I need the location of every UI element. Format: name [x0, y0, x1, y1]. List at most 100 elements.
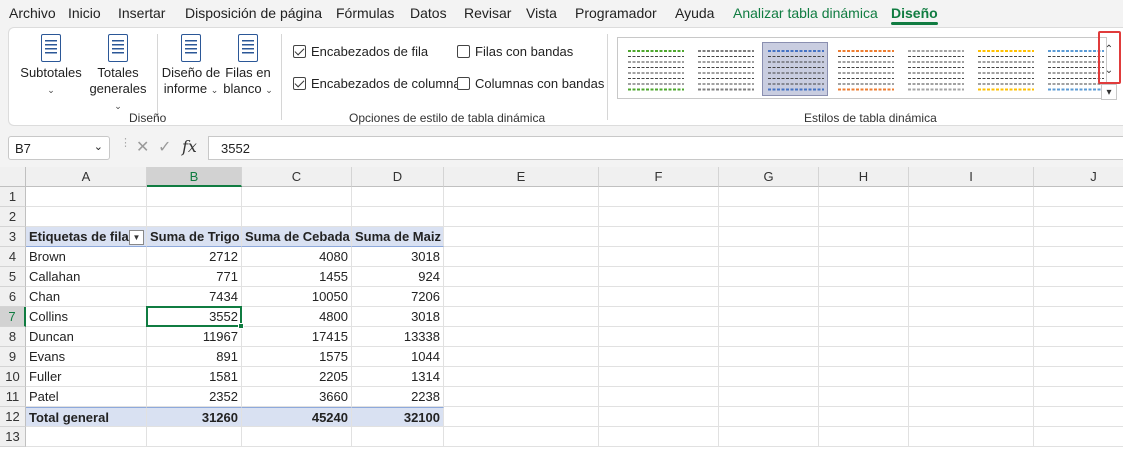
cell-j10[interactable] — [1034, 367, 1123, 387]
pivot-value-cell[interactable]: 11967 — [147, 327, 242, 347]
row-header-3[interactable]: 3 — [0, 227, 26, 247]
select-all-corner[interactable] — [0, 167, 26, 187]
pivot-value-cell[interactable]: 2238 — [352, 387, 444, 407]
cell-f3[interactable] — [599, 227, 719, 247]
pivot-row-label[interactable]: Patel — [26, 387, 147, 407]
cell-f12[interactable] — [599, 407, 719, 427]
row-header-13[interactable]: 13 — [0, 427, 26, 447]
row-header-7[interactable]: 7 — [0, 307, 26, 327]
pivot-row-label[interactable]: Brown — [26, 247, 147, 267]
cell-g12[interactable] — [719, 407, 819, 427]
cell-i2[interactable] — [909, 207, 1034, 227]
cell-h11[interactable] — [819, 387, 909, 407]
cell-d2[interactable] — [352, 207, 444, 227]
column-header-i[interactable]: I — [909, 167, 1034, 187]
cell-f9[interactable] — [599, 347, 719, 367]
cell-g7[interactable] — [719, 307, 819, 327]
cell-h10[interactable] — [819, 367, 909, 387]
grand-totals-button[interactable]: Totales generales ⌄ — [85, 34, 151, 114]
cell-a13[interactable] — [26, 427, 147, 447]
cell-i6[interactable] — [909, 287, 1034, 307]
cell-f10[interactable] — [599, 367, 719, 387]
pivot-value-cell[interactable]: 7434 — [147, 287, 242, 307]
column-header-c[interactable]: C — [242, 167, 352, 187]
tab-ayuda[interactable]: Ayuda — [675, 5, 714, 21]
pivot-value-header[interactable]: Suma de Maiz — [352, 227, 444, 247]
cell-g1[interactable] — [719, 187, 819, 207]
column-header-g[interactable]: G — [719, 167, 819, 187]
cell-j6[interactable] — [1034, 287, 1123, 307]
cell-h1[interactable] — [819, 187, 909, 207]
pivot-style-thumb-3[interactable] — [762, 42, 828, 96]
cell-f2[interactable] — [599, 207, 719, 227]
cell-e8[interactable] — [444, 327, 599, 347]
pivot-row-label[interactable]: Callahan — [26, 267, 147, 287]
row-header-6[interactable]: 6 — [0, 287, 26, 307]
pivot-value-cell[interactable]: 2712 — [147, 247, 242, 267]
banded-columns-checkbox[interactable]: Columnas con bandas — [457, 76, 604, 91]
pivot-value-cell[interactable]: 2205 — [242, 367, 352, 387]
column-header-d[interactable]: D — [352, 167, 444, 187]
row-header-9[interactable]: 9 — [0, 347, 26, 367]
row-header-2[interactable]: 2 — [0, 207, 26, 227]
row-header-8[interactable]: 8 — [0, 327, 26, 347]
tab-programador[interactable]: Programador — [575, 5, 657, 21]
pivot-value-cell[interactable]: 4800 — [242, 307, 352, 327]
cell-f8[interactable] — [599, 327, 719, 347]
cell-i3[interactable] — [909, 227, 1034, 247]
cell-e3[interactable] — [444, 227, 599, 247]
worksheet-grid[interactable]: A B C D E F G H I J 1 2 3 Etiquetas de fila Suma de Tr… — [0, 167, 1123, 450]
grand-total-label[interactable]: Total general — [26, 407, 147, 427]
cell-f4[interactable] — [599, 247, 719, 267]
tab-analizar-tabla-dinamica[interactable]: Analizar tabla dinámica — [733, 5, 878, 21]
cell-i1[interactable] — [909, 187, 1034, 207]
row-header-4[interactable]: 4 — [0, 247, 26, 267]
insert-function-icon[interactable]: fx — [182, 137, 197, 156]
blank-rows-button[interactable]: Filas en blanco ⌄ — [221, 34, 275, 98]
pivot-style-thumb-1[interactable] — [622, 42, 688, 96]
cell-h3[interactable] — [819, 227, 909, 247]
cancel-icon[interactable]: ✕ — [136, 137, 149, 157]
cell-j4[interactable] — [1034, 247, 1123, 267]
pivot-value-header[interactable]: Suma de Trigo — [147, 227, 242, 247]
cell-j2[interactable] — [1034, 207, 1123, 227]
pivot-value-cell[interactable]: 17415 — [242, 327, 352, 347]
cell-e13[interactable] — [444, 427, 599, 447]
tab-revisar[interactable]: Revisar — [464, 5, 511, 21]
pivot-row-label[interactable]: Chan — [26, 287, 147, 307]
formula-input[interactable]: 3552 — [208, 136, 1123, 160]
cell-f13[interactable] — [599, 427, 719, 447]
cell-d1[interactable] — [352, 187, 444, 207]
cell-i4[interactable] — [909, 247, 1034, 267]
cell-f7[interactable] — [599, 307, 719, 327]
pivot-value-cell[interactable]: 3018 — [352, 307, 444, 327]
cell-g4[interactable] — [719, 247, 819, 267]
pivot-value-cell[interactable]: 3018 — [352, 247, 444, 267]
pivot-style-thumb-4[interactable] — [832, 42, 898, 96]
cell-g9[interactable] — [719, 347, 819, 367]
grand-total-value[interactable]: 31260 — [147, 407, 242, 427]
cell-h8[interactable] — [819, 327, 909, 347]
pivot-value-cell[interactable]: 1314 — [352, 367, 444, 387]
column-header-j[interactable]: J — [1034, 167, 1123, 187]
cell-j13[interactable] — [1034, 427, 1123, 447]
subtotals-button[interactable]: Subtotales ⌄ — [17, 34, 85, 98]
cell-e2[interactable] — [444, 207, 599, 227]
cell-e9[interactable] — [444, 347, 599, 367]
pivot-value-cell[interactable]: 891 — [147, 347, 242, 367]
cell-e5[interactable] — [444, 267, 599, 287]
report-layout-button[interactable]: Diseño de informe ⌄ — [161, 34, 221, 98]
pivot-style-thumb-5[interactable] — [902, 42, 968, 96]
grand-total-value[interactable]: 32100 — [352, 407, 444, 427]
row-header-12[interactable]: 12 — [0, 407, 26, 427]
pivot-row-label[interactable]: Fuller — [26, 367, 147, 387]
enter-icon[interactable]: ✓ — [158, 137, 171, 157]
cell-g10[interactable] — [719, 367, 819, 387]
cell-f6[interactable] — [599, 287, 719, 307]
pivot-value-cell[interactable]: 7206 — [352, 287, 444, 307]
tab-vista[interactable]: Vista — [526, 5, 557, 21]
cell-a2[interactable] — [26, 207, 147, 227]
cell-e1[interactable] — [444, 187, 599, 207]
pivot-value-cell[interactable]: 3660 — [242, 387, 352, 407]
cell-g5[interactable] — [719, 267, 819, 287]
